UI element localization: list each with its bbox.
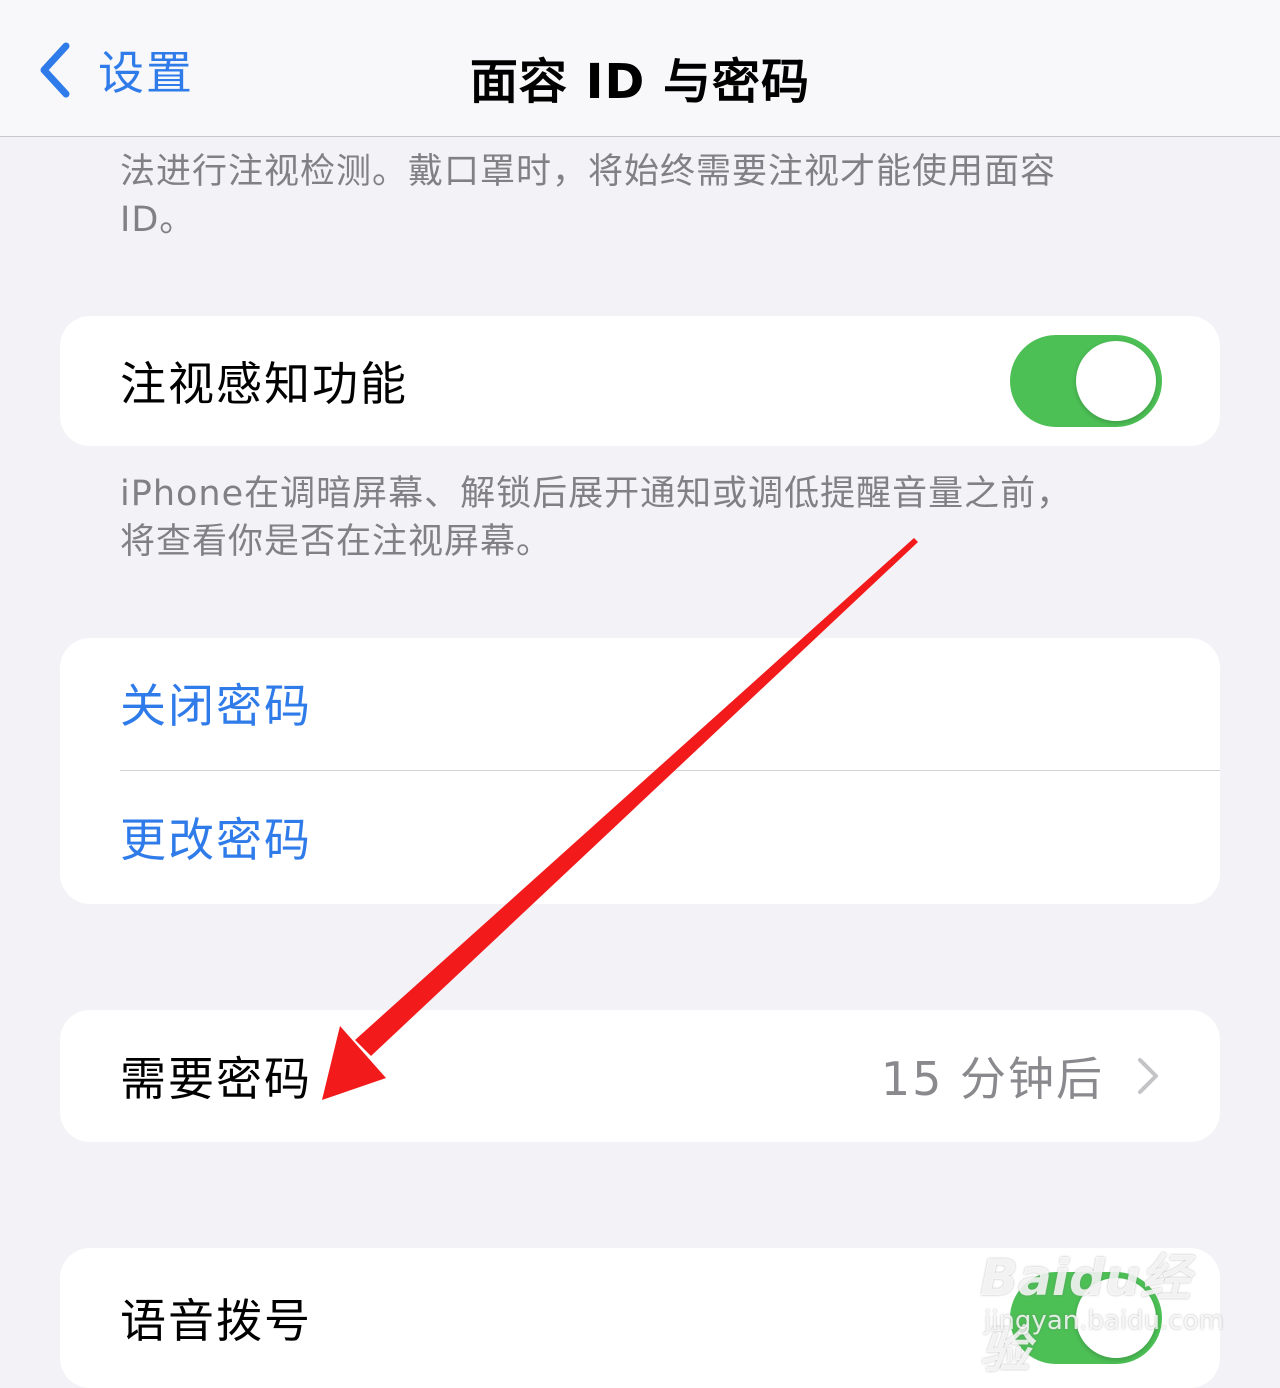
- attention-footnote: iPhone在调暗屏幕、解锁后展开通知或调低提醒音量之前， 将查看你是否在注视屏…: [120, 470, 1180, 566]
- top-footnote-line-2: ID。: [120, 200, 196, 240]
- attention-card: 注视感知功能: [60, 316, 1220, 446]
- require-passcode-row[interactable]: 需要密码 15 分钟后: [60, 1010, 1220, 1142]
- passcode-separator: [120, 770, 1220, 771]
- require-passcode-card: 需要密码 15 分钟后: [60, 1010, 1220, 1142]
- attention-footnote-line-2: 将查看你是否在注视屏幕。: [120, 522, 553, 562]
- passcode-card: 关闭密码 更改密码: [60, 638, 1220, 904]
- page-title: 面容 ID 与密码: [469, 54, 811, 110]
- attention-toggle[interactable]: [1010, 335, 1162, 427]
- voice-dial-row: 语音拨号: [60, 1248, 1220, 1388]
- require-passcode-label: 需要密码: [120, 1052, 312, 1106]
- voice-dial-label: 语音拨号: [120, 1294, 312, 1348]
- navigation-bar: 设置 面容 ID 与密码: [0, 0, 1280, 137]
- turn-off-passcode-label: 关闭密码: [120, 679, 312, 733]
- turn-off-passcode-row[interactable]: 关闭密码: [60, 638, 1220, 768]
- change-passcode-row[interactable]: 更改密码: [60, 772, 1220, 902]
- require-passcode-value: 15 分钟后: [880, 1052, 1104, 1106]
- change-passcode-label: 更改密码: [120, 813, 312, 867]
- voice-dial-toggle[interactable]: [1010, 1272, 1162, 1364]
- attention-toggle-knob: [1076, 341, 1156, 421]
- settings-content: 法进行注视检测。戴口罩时，将始终需要注视才能使用面容 ID。 注视感知功能 iP…: [0, 0, 1280, 1388]
- voice-dial-card: 语音拨号: [60, 1248, 1220, 1388]
- chevron-right-icon: [1138, 1058, 1158, 1094]
- voice-dial-toggle-knob: [1076, 1278, 1156, 1358]
- attention-footnote-line-1: iPhone在调暗屏幕、解锁后展开通知或调低提醒音量之前，: [120, 474, 1073, 514]
- attention-row: 注视感知功能: [60, 316, 1220, 446]
- attention-label: 注视感知功能: [120, 357, 408, 411]
- top-footnote-line-1: 法进行注视检测。戴口罩时，将始终需要注视才能使用面容: [120, 152, 1057, 192]
- top-footnote: 法进行注视检测。戴口罩时，将始终需要注视才能使用面容 ID。: [120, 148, 1180, 244]
